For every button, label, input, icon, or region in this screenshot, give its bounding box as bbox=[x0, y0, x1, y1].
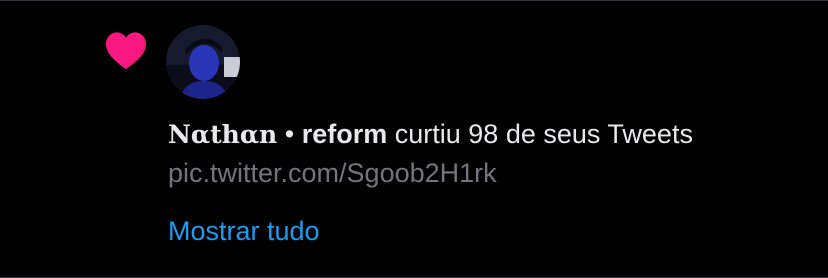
heart-icon bbox=[106, 32, 146, 70]
separator-dot: • bbox=[284, 119, 295, 149]
user-display-name[interactable]: Nαthαn bbox=[168, 120, 277, 149]
notification-text: Nαthαn • reform curtiu 98 de seus Tweets… bbox=[168, 115, 693, 192]
show-all-link[interactable]: Mostrar tudo bbox=[168, 212, 320, 250]
user-handle-part[interactable]: reform bbox=[302, 119, 388, 149]
notification-line: Nαthαn • reform curtiu 98 de seus Tweets bbox=[168, 115, 693, 154]
like-notification[interactable]: Nαthαn • reform curtiu 98 de seus Tweets… bbox=[0, 0, 828, 278]
action-text: curtiu 98 de seus Tweets bbox=[394, 119, 693, 149]
tweet-link[interactable]: pic.twitter.com/Sgoob2H1rk bbox=[168, 154, 693, 192]
avatar[interactable] bbox=[166, 25, 240, 99]
